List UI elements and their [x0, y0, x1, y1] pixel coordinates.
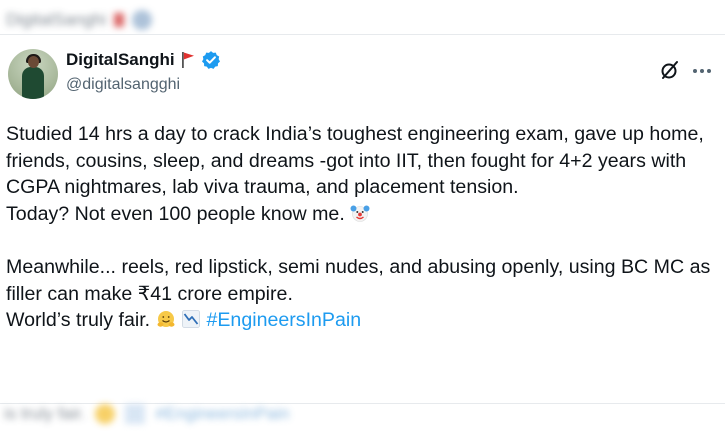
blurred-flag-icon — [114, 13, 125, 27]
red-flag-icon — [181, 52, 194, 68]
tweet-paragraph-line: World’s truly fair. #EngineersInPain — [6, 307, 711, 334]
grok-icon[interactable] — [659, 59, 681, 81]
verified-badge-icon[interactable] — [201, 50, 221, 70]
chart-decreasing-emoji — [182, 310, 200, 329]
clown-face-emoji — [350, 205, 370, 222]
blurred-chart-emoji — [125, 404, 146, 424]
hugging-face-emoji — [157, 311, 175, 328]
previous-tweet-blurred: DigitalSanghi — [6, 6, 336, 34]
more-options-icon[interactable] — [690, 59, 714, 81]
avatar[interactable] — [8, 49, 58, 99]
next-content-blurred: is truly fair. #EngineersInPain — [4, 402, 444, 426]
blurred-hashtag: #EngineersInPain — [155, 404, 290, 423]
tweet-line-text: Today? Not even 100 people know me. — [6, 202, 345, 225]
blurred-verified-icon — [132, 10, 153, 30]
author-display-name[interactable]: DigitalSanghi — [66, 50, 175, 70]
tweet-line-text: World’s truly fair. — [6, 309, 151, 332]
blurred-emoji — [95, 404, 116, 424]
hashtag-link[interactable]: #EngineersInPain — [206, 309, 361, 331]
tweet-text: Studied 14 hrs a day to crack India’s to… — [6, 121, 711, 334]
tweet-card[interactable]: DigitalSanghi @digitalsangghi Studied 14… — [0, 34, 725, 404]
blurred-text: is truly fair. — [4, 404, 86, 423]
tweet-paragraph: Studied 14 hrs a day to crack India’s to… — [6, 123, 704, 199]
tweet-paragraph: Meanwhile... reels, red lipstick, semi n… — [6, 255, 711, 305]
blurred-author-name: DigitalSanghi — [6, 10, 107, 29]
author-handle[interactable]: @digitalsangghi — [66, 76, 180, 94]
author-name-row: DigitalSanghi — [66, 50, 221, 70]
tweet-paragraph-line: Today? Not even 100 people know me. — [6, 201, 711, 228]
